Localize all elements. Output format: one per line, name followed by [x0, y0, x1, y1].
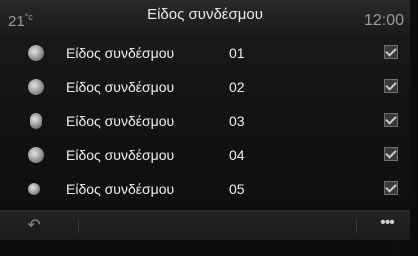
row-number: 01: [229, 45, 245, 61]
header-bar: 21°c Είδος συνδέσμου 12:00: [0, 0, 410, 36]
list-item[interactable]: Είδος συνδέσμου 04: [0, 138, 410, 172]
callout-marker: [397, 242, 399, 254]
list-item[interactable]: Είδος συνδέσμου 01: [0, 36, 410, 70]
media-disc-icon: [28, 147, 44, 163]
checkbox[interactable]: [384, 113, 398, 127]
globe-icon: [28, 79, 44, 95]
divider: [356, 219, 357, 233]
more-options-button[interactable]: •••: [374, 214, 400, 236]
row-number: 02: [229, 79, 245, 95]
row-number: 03: [229, 113, 245, 129]
checkbox[interactable]: [384, 181, 398, 195]
list-item[interactable]: Είδος συνδέσμου 05: [0, 172, 410, 206]
divider: [78, 219, 79, 233]
checkbox[interactable]: [384, 79, 398, 93]
usb-stick-icon: [30, 113, 42, 129]
clock: 12:00: [363, 12, 404, 29]
footer-bar: ↶ •••: [0, 210, 410, 240]
speaker-cone-icon: [28, 45, 44, 61]
checkbox[interactable]: [384, 45, 398, 59]
row-label: Είδος συνδέσμου: [66, 181, 175, 197]
list-item[interactable]: Είδος συνδέσμου 03: [0, 104, 410, 138]
more-options-icon: •••: [380, 214, 395, 231]
phone-icon: [28, 183, 40, 195]
checkbox[interactable]: [384, 147, 398, 161]
row-label: Είδος συνδέσμου: [66, 45, 175, 61]
row-number: 05: [229, 181, 245, 197]
page-title: Είδος συνδέσμου: [147, 6, 263, 23]
back-arrow-icon: ↶: [27, 217, 41, 234]
back-button[interactable]: ↶: [22, 216, 46, 236]
list-item[interactable]: Είδος συνδέσμου 02: [0, 70, 410, 104]
row-label: Είδος συνδέσμου: [66, 147, 175, 163]
row-number: 04: [229, 147, 245, 163]
row-label: Είδος συνδέσμου: [66, 79, 175, 95]
infotainment-screen: 21°c Είδος συνδέσμου 12:00 Είδος συνδέσμ…: [0, 0, 410, 240]
row-label: Είδος συνδέσμου: [66, 113, 175, 129]
